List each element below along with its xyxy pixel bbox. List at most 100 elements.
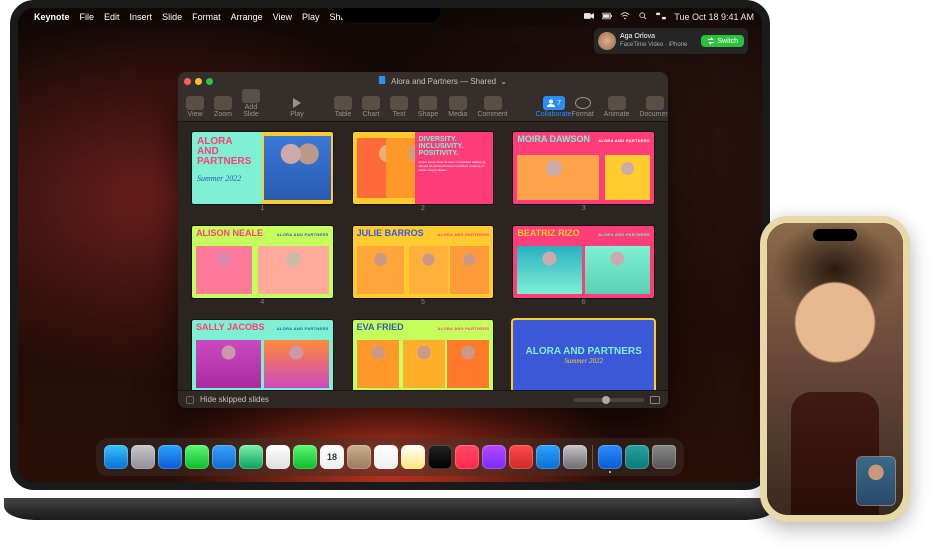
menu-slide[interactable]: Slide [162, 12, 182, 22]
tool-media[interactable]: Media [448, 96, 467, 118]
wifi-icon[interactable] [620, 12, 630, 22]
slide-title: ALORA AND PARTNERS [526, 347, 642, 357]
battery-icon[interactable] [602, 12, 612, 22]
chevron-down-icon[interactable]: ⌄ [500, 77, 507, 86]
menu-play[interactable]: Play [302, 12, 320, 22]
facetime-status-icon[interactable] [584, 12, 594, 22]
dock-app-podcasts[interactable] [482, 445, 506, 469]
slide-thumb-9[interactable]: ALORA AND PARTNERS Summer 2022 9 [513, 320, 654, 390]
dock-app-facetime[interactable] [293, 445, 317, 469]
slide-number: 6 [513, 299, 654, 306]
keynote-footer: Hide skipped slides [178, 390, 668, 408]
slide-tag: ALORA AND PARTNERS [277, 232, 329, 237]
zoom-slider[interactable] [574, 398, 644, 402]
tool-chart[interactable]: Chart [362, 96, 380, 118]
tool-format[interactable]: Format [571, 96, 593, 118]
tool-add-slide[interactable]: Add Slide [242, 89, 260, 118]
macbook: Keynote File Edit Insert Slide Format Ar… [10, 0, 780, 512]
mac-screen: Keynote File Edit Insert Slide Format Ar… [10, 0, 770, 490]
menu-edit[interactable]: Edit [104, 12, 120, 22]
menu-file[interactable]: File [80, 12, 95, 22]
minimize-window-button[interactable] [195, 78, 202, 85]
slide-thumb-1[interactable]: ALORA AND PARTNERS Summer 2022 1 [192, 132, 333, 212]
menu-insert[interactable]: Insert [130, 12, 153, 22]
slide-title: ALORA AND PARTNERS [197, 137, 251, 167]
hide-skipped-checkbox[interactable] [186, 396, 194, 404]
slide-title: DIVERSITY. INCLUSIVITY. POSITIVITY. [419, 136, 490, 157]
menu-format[interactable]: Format [192, 12, 221, 22]
facetime-handoff-banner[interactable]: Aga Orlova FaceTime Video · iPhone Switc… [594, 28, 748, 54]
control-center-icon[interactable] [656, 12, 666, 22]
slide-tag: ALORA AND PARTNERS [598, 232, 650, 237]
slide-tag: ALORA AND PARTNERS [277, 326, 329, 331]
slide-thumb-4[interactable]: ALISON NEALE ALORA AND PARTNERS 4 [192, 226, 333, 306]
slide-thumb-5[interactable]: JULIE BARROS ALORA AND PARTNERS 5 [353, 226, 494, 306]
tool-shape[interactable]: Shape [418, 96, 438, 118]
tool-table[interactable]: Table [334, 96, 352, 118]
slide-title: MOIRA DAWSON [517, 135, 590, 144]
dock-app-safari[interactable] [158, 445, 182, 469]
dock-app-settings[interactable] [563, 445, 587, 469]
slide-thumb-2[interactable]: DIVERSITY. INCLUSIVITY. POSITIVITY. Lore… [353, 132, 494, 212]
light-table-grid[interactable]: ALORA AND PARTNERS Summer 2022 1 DIVERSI… [178, 122, 668, 390]
dock-app-maps[interactable] [239, 445, 263, 469]
dock-app-downloads[interactable] [625, 445, 649, 469]
dock-app-photos[interactable] [266, 445, 290, 469]
spotlight-icon[interactable] [638, 12, 648, 22]
dock-app-music[interactable] [455, 445, 479, 469]
tool-collaborate[interactable]: 7 Collaborate [536, 96, 572, 118]
dock-app-appstore[interactable] [536, 445, 560, 469]
slide-number: 4 [192, 299, 333, 306]
slide-number: 2 [353, 205, 494, 212]
dock-app-launchpad[interactable] [131, 445, 155, 469]
slide-thumb-3[interactable]: MOIRA DAWSON ALORA AND PARTNERS 3 [513, 132, 654, 212]
tool-text[interactable]: Text [390, 96, 408, 118]
dock-app-reminders[interactable] [374, 445, 398, 469]
slide-thumb-6[interactable]: BEATRIZ RIZO ALORA AND PARTNERS 6 [513, 226, 654, 306]
window-title: Alora and Partners — Shared ⌄ [223, 76, 662, 86]
keynote-toolbar: View Zoom Add Slide Play Table Chart Tex… [178, 90, 668, 122]
slide-title: EVA FRIED [357, 323, 404, 332]
slide-number: 3 [513, 205, 654, 212]
tool-comment[interactable]: Comment [477, 96, 507, 118]
slide-subtitle: Summer 2022 [197, 174, 241, 183]
tool-view[interactable]: View [186, 96, 204, 118]
dock-app-contacts[interactable] [347, 445, 371, 469]
slide-tag: ALORA AND PARTNERS [437, 326, 489, 331]
app-menu[interactable]: Keynote [34, 12, 70, 22]
tool-zoom[interactable]: Zoom [214, 96, 232, 118]
slide-title: BEATRIZ RIZO [517, 229, 579, 238]
dock-app-trash[interactable] [652, 445, 676, 469]
window-titlebar[interactable]: Alora and Partners — Shared ⌄ [178, 72, 668, 90]
slide-thumb-7[interactable]: SALLY JACOBS ALORA AND PARTNERS 7 [192, 320, 333, 390]
slide-thumb-8[interactable]: EVA FRIED ALORA AND PARTNERS 8 [353, 320, 494, 390]
slide-title: JULIE BARROS [357, 229, 424, 238]
switch-button[interactable]: Switch [701, 35, 744, 47]
dock-app-tv[interactable] [428, 445, 452, 469]
dock-app-messages[interactable] [185, 445, 209, 469]
dock-app-keynote[interactable] [598, 445, 622, 469]
slide-tag: ALORA AND PARTNERS [598, 138, 650, 143]
window-title-text: Alora and Partners — Shared [391, 77, 496, 86]
dock-app-finder[interactable] [104, 445, 128, 469]
traffic-lights [184, 78, 213, 85]
clock[interactable]: Tue Oct 18 9:41 AM [674, 12, 754, 22]
close-window-button[interactable] [184, 78, 191, 85]
slide-subtitle: Summer 2022 [526, 357, 642, 365]
menu-arrange[interactable]: Arrange [231, 12, 263, 22]
caller-name: Aga Orlova [620, 32, 697, 41]
tool-play[interactable]: Play [288, 96, 306, 118]
fit-button[interactable] [650, 396, 660, 404]
facetime-self-view[interactable] [857, 457, 895, 505]
menu-view[interactable]: View [273, 12, 292, 22]
zoom-window-button[interactable] [206, 78, 213, 85]
slide-number: 1 [192, 205, 333, 212]
dock-app-calendar[interactable]: 18 [320, 445, 344, 469]
dock-app-mail[interactable] [212, 445, 236, 469]
keynote-window[interactable]: Alora and Partners — Shared ⌄ View Zoom … [178, 72, 668, 408]
dock-app-news[interactable] [509, 445, 533, 469]
caller-avatar [598, 32, 616, 50]
tool-animate[interactable]: Animate [604, 96, 630, 118]
dock-app-notes[interactable] [401, 445, 425, 469]
tool-document[interactable]: Document [639, 96, 668, 118]
